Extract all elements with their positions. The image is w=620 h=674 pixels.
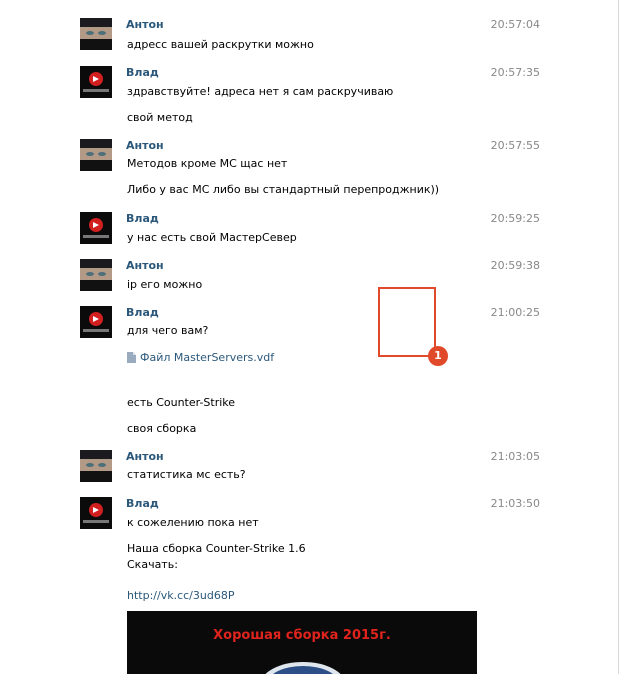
avatar[interactable]: [80, 139, 112, 171]
author-name[interactable]: Влад: [126, 497, 159, 510]
message-text: Наша сборка Counter-Strike 1.6: [127, 542, 306, 555]
message-text: свой метод: [127, 111, 193, 124]
message-text: есть Counter-Strike: [127, 396, 236, 409]
message-text: Скачать:: [127, 558, 178, 571]
message-time: 21:03:50: [490, 497, 540, 510]
author-name[interactable]: Антон: [126, 139, 164, 152]
author-name[interactable]: Антон: [126, 259, 164, 272]
vk-link[interactable]: http://vk.cc/3ud68P: [127, 589, 234, 602]
message-time: 20:57:35: [490, 66, 540, 79]
author-name[interactable]: Влад: [126, 66, 159, 79]
attachment-label: Файл MasterServers.vdf: [140, 351, 275, 364]
avatar[interactable]: [80, 450, 112, 482]
emblem-icon: [265, 662, 341, 674]
message-text: у нас есть свой МастерСевер: [127, 231, 297, 244]
avatar[interactable]: [80, 497, 112, 529]
author-name[interactable]: Антон: [126, 18, 164, 31]
message-time: 20:57:04: [490, 18, 540, 31]
build-banner-image[interactable]: Хорошая сборка 2015г.: [127, 611, 477, 674]
avatar[interactable]: [80, 66, 112, 98]
message-text: своя сборка: [127, 422, 197, 435]
message-text: здравствуйте! адреса нет я сам раскручив…: [127, 85, 394, 98]
message-text: Методов кроме МС щас нет: [127, 157, 288, 170]
attachment-file-link[interactable]: Файл MasterServers.vdf: [127, 351, 274, 366]
avatar[interactable]: [80, 259, 112, 291]
message-text: адресс вашей раскрутки можно: [127, 38, 314, 51]
message-text: к сожелению пока нет: [127, 516, 259, 529]
author-name[interactable]: Влад: [126, 212, 159, 225]
message-time: 20:57:55: [490, 139, 540, 152]
message-text: для чего вам?: [127, 324, 209, 337]
message-text: Либо у вас МС либо вы стандартный перепр…: [127, 183, 440, 196]
avatar[interactable]: [80, 212, 112, 244]
annotation-highlight-box: [378, 287, 436, 357]
avatar[interactable]: [80, 18, 112, 50]
message-time: 20:59:38: [490, 259, 540, 272]
message-link[interactable]: http://vk.cc/3ud68P: [127, 589, 234, 602]
document-icon: [127, 352, 136, 366]
chat-history: Антон 20:57:04 адресс вашей раскрутки мо…: [0, 0, 619, 674]
avatar[interactable]: [80, 306, 112, 338]
message-text: статистика мс есть?: [127, 468, 246, 481]
message-text: ip его можно: [127, 278, 203, 291]
author-name[interactable]: Антон: [126, 450, 164, 463]
author-name[interactable]: Влад: [126, 306, 159, 319]
message-time: 21:03:05: [490, 450, 540, 463]
annotation-badge: 1: [428, 346, 448, 366]
message-time: 20:59:25: [490, 212, 540, 225]
message-time: 21:00:25: [490, 306, 540, 319]
banner-title: Хорошая сборка 2015г.: [213, 628, 391, 643]
